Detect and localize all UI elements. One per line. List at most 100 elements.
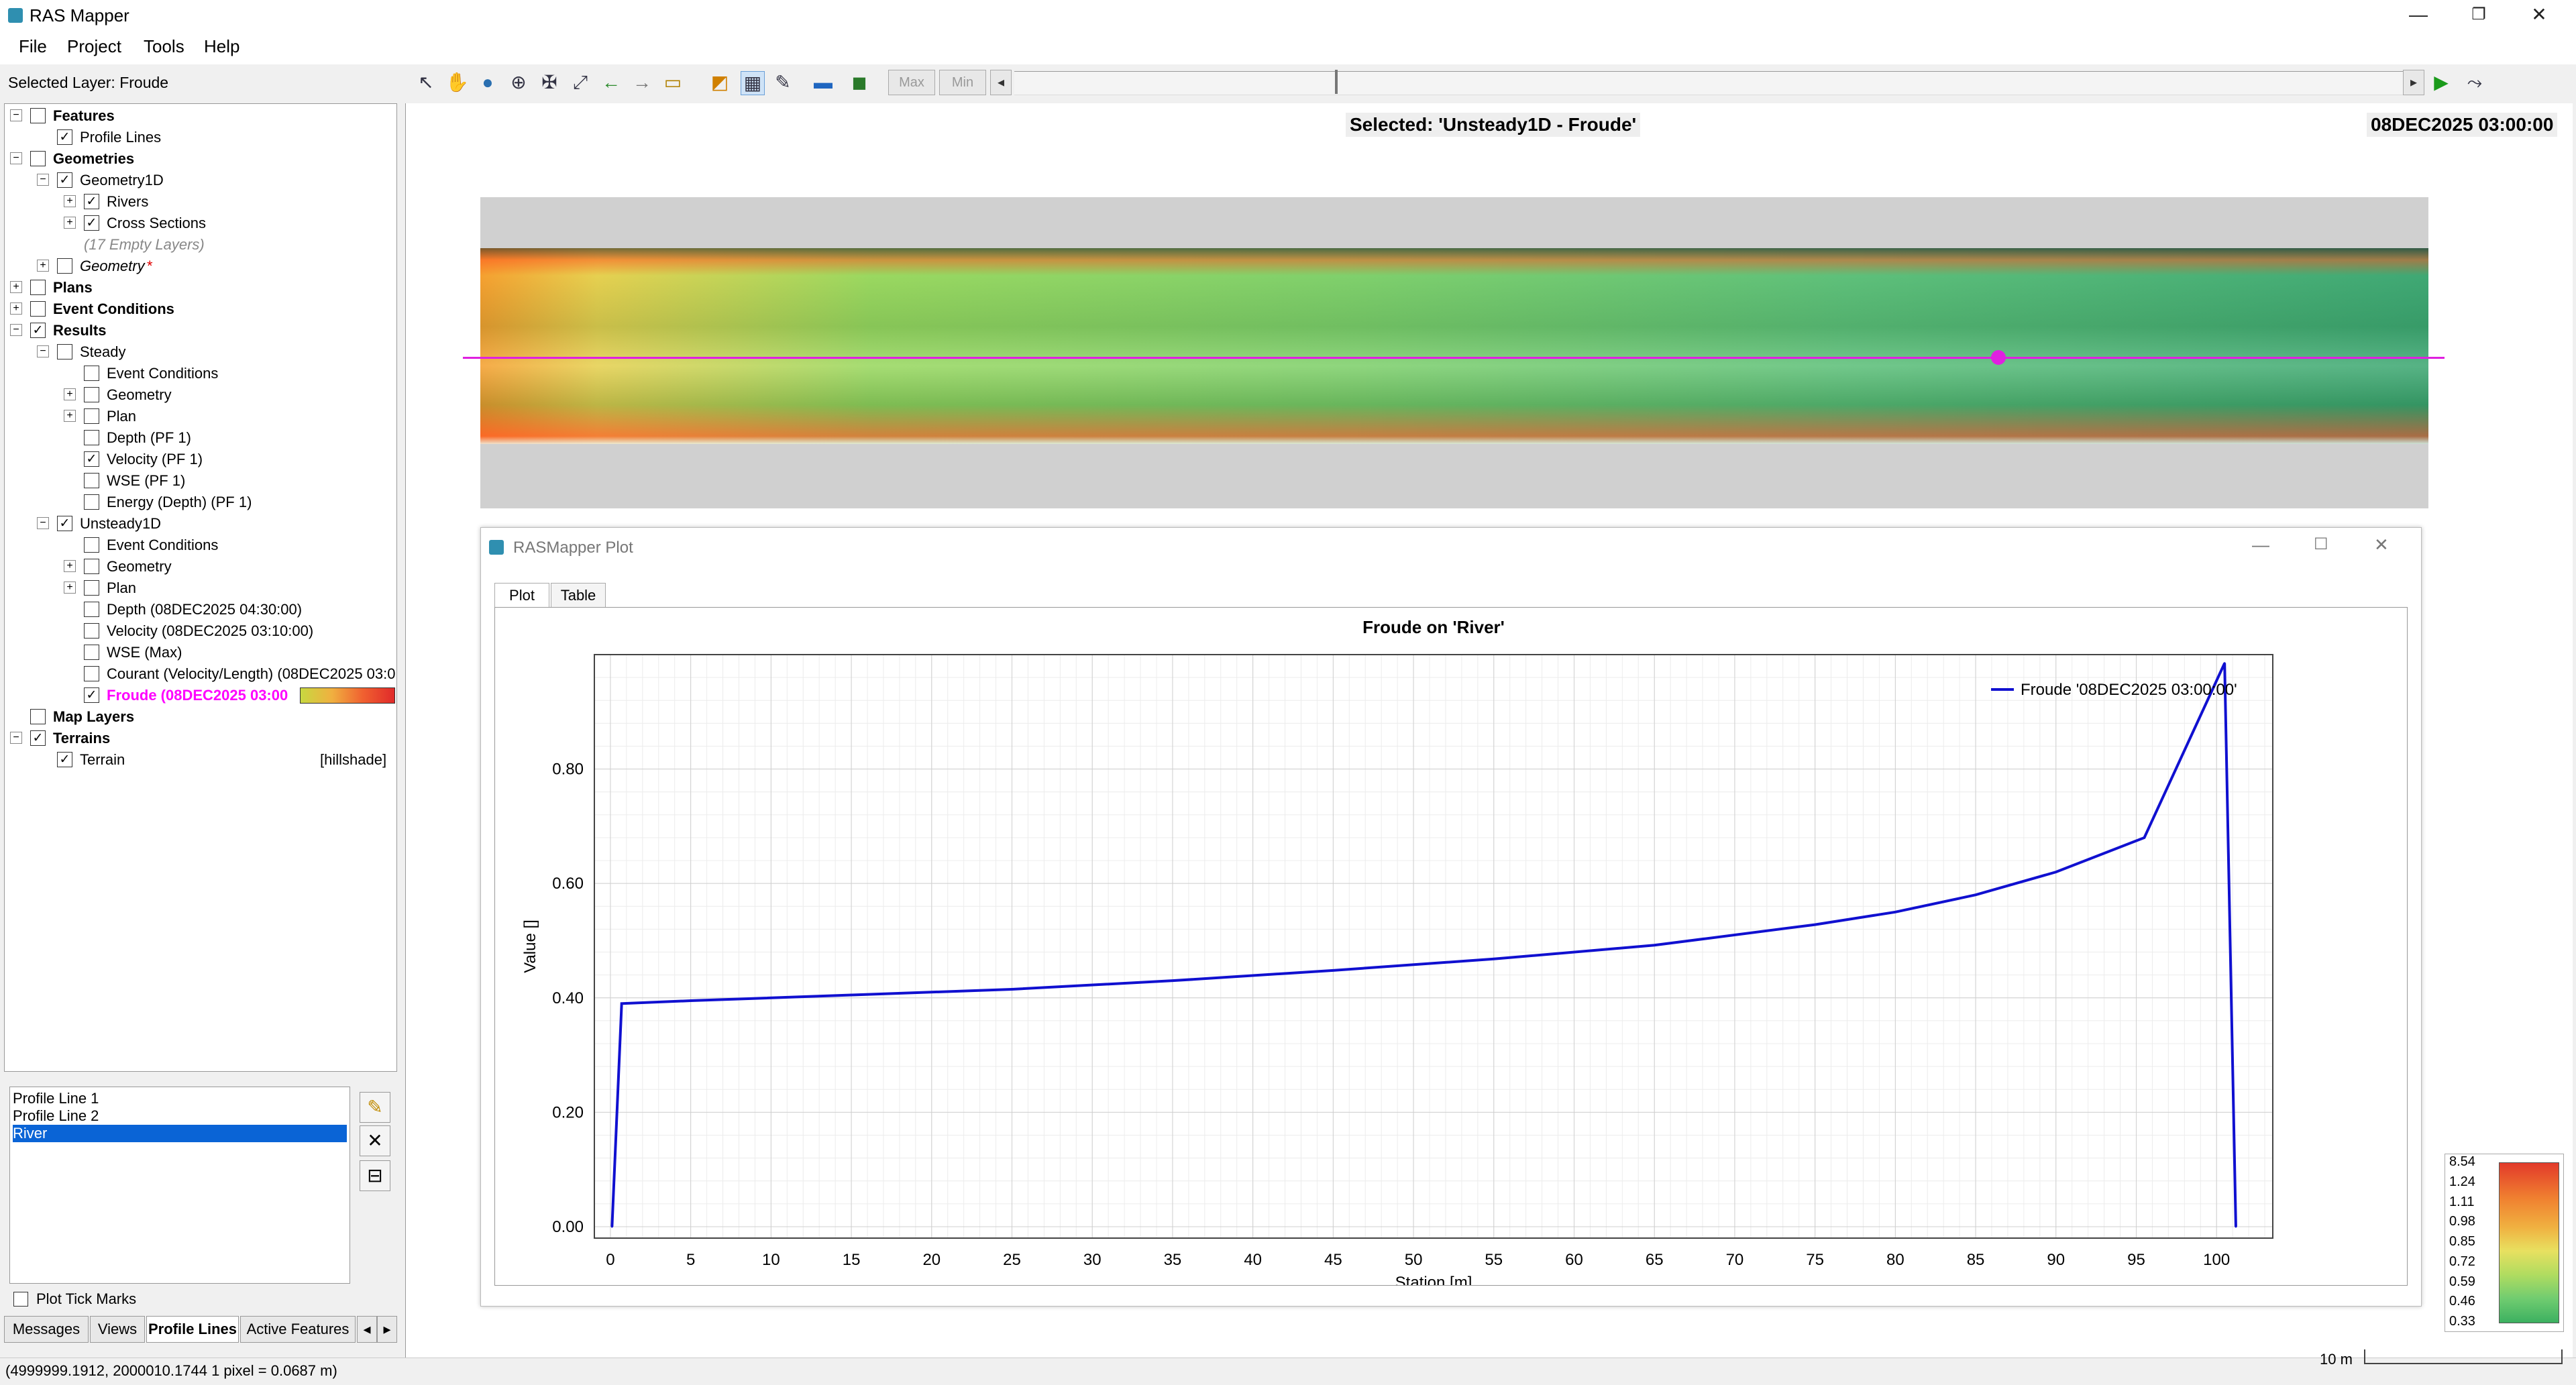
checkbox[interactable]: ✓ — [84, 687, 99, 703]
checkbox[interactable] — [84, 473, 99, 488]
tree-item[interactable]: + Geometry — [5, 384, 396, 405]
checkbox[interactable] — [84, 623, 99, 639]
menu-help[interactable]: Help — [204, 36, 239, 57]
edit-pencil-icon[interactable]: ✎ — [360, 1092, 390, 1123]
checkbox[interactable] — [84, 559, 99, 574]
tree-item[interactable]: + ✓ Rivers — [5, 191, 396, 212]
close-icon[interactable]: ✕ — [2516, 1, 2563, 28]
checkbox[interactable] — [57, 258, 72, 274]
checkbox[interactable]: ✓ — [57, 129, 72, 145]
checkbox[interactable] — [30, 280, 46, 295]
pointer-icon[interactable]: ↖ — [415, 71, 437, 94]
checkbox[interactable]: ✓ — [30, 730, 46, 746]
expand-icon[interactable]: + — [64, 560, 76, 572]
checkbox[interactable] — [84, 430, 99, 445]
checkbox[interactable] — [84, 408, 99, 424]
tree-item[interactable]: ✓ Velocity (PF 1) — [5, 449, 396, 469]
checkbox[interactable] — [84, 366, 99, 381]
tree-item[interactable]: Event Conditions — [5, 363, 396, 384]
collapse-icon[interactable]: − — [37, 345, 49, 357]
delete-icon[interactable]: ✕ — [360, 1125, 390, 1156]
checkbox[interactable] — [84, 580, 99, 596]
menu-project[interactable]: Project — [67, 36, 121, 57]
tab-table[interactable]: Table — [551, 583, 606, 608]
rasmapper-plot-window[interactable]: RASMapper Plot — ☐ ✕ Plot Table 0 5 10 15 20… — [480, 527, 2422, 1307]
full-extent-icon[interactable]: ⤢ — [569, 71, 592, 94]
tree-item[interactable]: + Geometry * — [5, 256, 396, 276]
tree-item[interactable]: + Plan — [5, 577, 396, 598]
checkbox[interactable] — [84, 645, 99, 660]
restore-icon[interactable]: ❐ — [2455, 1, 2502, 28]
expand-icon[interactable]: + — [64, 217, 76, 229]
tree-item[interactable]: Courant (Velocity/Length) (08DEC2025 03:… — [5, 663, 396, 684]
plot-close-icon[interactable]: ✕ — [2374, 535, 2389, 555]
time-slider-thumb[interactable] — [1335, 70, 1338, 94]
tree-item[interactable]: − ✓ Geometry1D — [5, 170, 396, 190]
menu-file[interactable]: File — [19, 36, 47, 57]
properties-icon[interactable]: ⊟ — [360, 1160, 390, 1191]
checkbox[interactable]: ✓ — [84, 194, 99, 209]
tab-views[interactable]: Views — [90, 1316, 145, 1343]
checkbox[interactable] — [30, 301, 46, 317]
tree-item[interactable]: + ✓ Cross Sections — [5, 213, 396, 233]
checkbox[interactable] — [84, 494, 99, 510]
tree-item[interactable]: WSE (PF 1) — [5, 470, 396, 491]
tree-item[interactable]: − Features — [5, 105, 396, 126]
profile-line-river[interactable] — [463, 357, 2445, 359]
globe-icon[interactable]: ● — [476, 71, 499, 94]
list-item-selected[interactable]: River — [13, 1125, 347, 1142]
profile-line-list[interactable]: Profile Line 1 Profile Line 2 River — [9, 1087, 350, 1284]
profile-line-marker[interactable] — [1991, 350, 2006, 365]
animation-settings-icon[interactable]: ⤳ — [2463, 71, 2486, 94]
tree-item[interactable]: WSE (Max) — [5, 642, 396, 663]
checkbox[interactable]: ✓ — [30, 323, 46, 338]
max-button[interactable]: Max — [888, 70, 935, 95]
tree-item[interactable]: + Plan — [5, 406, 396, 427]
plot-minimize-icon[interactable]: — — [2252, 535, 2269, 555]
collapse-icon[interactable]: − — [10, 152, 22, 164]
zoom-in-icon[interactable]: ⊕ — [507, 71, 530, 94]
tree-item[interactable]: ✓ Terrain [hillshade] — [5, 749, 396, 770]
list-item[interactable]: Profile Line 2 — [13, 1107, 347, 1125]
tree-item[interactable]: Depth (PF 1) — [5, 427, 396, 448]
profile-tool-icon[interactable]: ◩ — [708, 71, 731, 94]
tree-item[interactable]: Energy (Depth) (PF 1) — [5, 492, 396, 512]
tab-messages[interactable]: Messages — [4, 1316, 89, 1343]
tab-active-features[interactable]: Active Features — [240, 1316, 356, 1343]
layer-tree[interactable]: − Features ✓ Profile Lines − Geometries − ✓ Geom… — [4, 103, 397, 1072]
checkbox[interactable] — [13, 1292, 28, 1307]
plot-tool-icon[interactable]: ▦ — [741, 71, 765, 95]
layers-icon[interactable]: ▬ — [812, 71, 835, 94]
checkbox[interactable]: ✓ — [57, 752, 72, 767]
tree-item[interactable]: − ✓ Terrains — [5, 728, 396, 749]
minimize-icon[interactable]: — — [2395, 1, 2442, 28]
tree-item[interactable]: Velocity (08DEC2025 03:10:00) — [5, 620, 396, 641]
expand-icon[interactable]: + — [37, 260, 49, 272]
step-forward-button[interactable]: ▸ — [2403, 70, 2424, 95]
tree-item[interactable]: − ✓ Results — [5, 320, 396, 341]
play-icon[interactable]: ▶ — [2430, 71, 2453, 94]
collapse-icon[interactable]: − — [37, 174, 49, 186]
expand-icon[interactable]: + — [64, 195, 76, 207]
tab-plot[interactable]: Plot — [494, 583, 549, 608]
list-item[interactable]: Profile Line 1 — [13, 1090, 347, 1107]
tab-scroll-right-icon[interactable]: ▸ — [377, 1316, 397, 1343]
plot-maximize-icon[interactable]: ☐ — [2314, 535, 2328, 554]
tree-item[interactable]: − Geometries — [5, 148, 396, 169]
checkbox[interactable] — [30, 108, 46, 123]
expand-icon[interactable]: + — [10, 281, 22, 293]
collapse-icon[interactable]: − — [37, 517, 49, 529]
min-button[interactable]: Min — [939, 70, 986, 95]
expand-icon[interactable]: + — [64, 410, 76, 422]
tree-item[interactable]: (17 Empty Layers) — [5, 234, 396, 255]
zoom-extent-icon[interactable]: ✠ — [538, 71, 561, 94]
checkbox[interactable]: ✓ — [84, 451, 99, 467]
expand-icon[interactable]: + — [10, 302, 22, 315]
tree-item[interactable]: ✓ Profile Lines — [5, 127, 396, 148]
back-arrow-icon[interactable]: ← — [600, 71, 623, 94]
tab-scroll-left-icon[interactable]: ◂ — [357, 1316, 377, 1343]
tree-item[interactable]: Depth (08DEC2025 04:30:00) — [5, 599, 396, 620]
plot-window-titlebar[interactable] — [481, 528, 2421, 568]
checkbox[interactable] — [30, 709, 46, 724]
tree-item[interactable]: − Steady — [5, 341, 396, 362]
